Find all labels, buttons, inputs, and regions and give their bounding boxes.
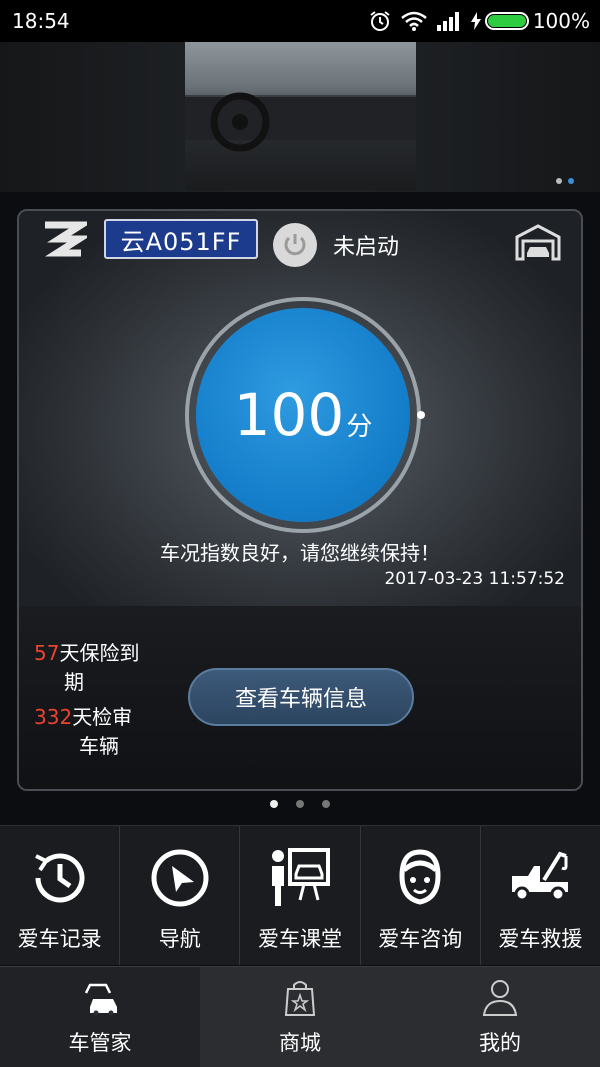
status-bar: 18:54 100% xyxy=(0,0,600,42)
insurance-text: 天保险到 xyxy=(59,641,140,665)
classroom-icon xyxy=(272,848,330,906)
view-vehicle-info-button[interactable]: 查看车辆信息 xyxy=(188,668,414,726)
power-icon xyxy=(284,234,306,256)
condition-score-gauge[interactable]: 100 分 xyxy=(185,297,425,533)
car-icon xyxy=(84,983,117,1016)
condition-score: 100 xyxy=(233,381,345,449)
card-pager xyxy=(0,800,600,808)
wifi-icon xyxy=(401,11,427,31)
quick-actions-bar: 爱车记录 导航 爱车课堂 爱车咨询 爱车救援 xyxy=(0,825,600,965)
inspection-reminder[interactable]: 332天检审 车辆 xyxy=(34,703,139,761)
inspection-text-cont: 车辆 xyxy=(79,734,119,758)
gauge-knob xyxy=(417,411,425,419)
bottom-navigation: 车管家 商城 我的 xyxy=(0,966,600,1067)
navigation-icon xyxy=(151,849,209,907)
inspection-days: 332 xyxy=(34,705,73,729)
vehicle-status-card: 云A051FF 未启动 100 分 车况指数良好，请您继续保持！ 2017-03… xyxy=(17,209,583,791)
action-car-consult[interactable]: 爱车咨询 xyxy=(361,826,481,965)
insurance-reminder[interactable]: 57天保险到 期 xyxy=(34,639,139,697)
nav-tab-mall[interactable]: 商城 xyxy=(200,967,400,1067)
card-pager-dot[interactable] xyxy=(270,800,278,808)
card-pager-dot[interactable] xyxy=(296,800,304,808)
inspection-text: 天检审 xyxy=(72,705,133,729)
battery-indicator: 100% xyxy=(470,9,590,33)
promo-banner[interactable] xyxy=(0,42,600,192)
nav-tab-mine[interactable]: 我的 xyxy=(400,967,600,1067)
action-car-records[interactable]: 爱车记录 xyxy=(0,826,121,965)
banner-pager-dot[interactable] xyxy=(556,178,562,184)
action-car-classroom[interactable]: 爱车课堂 xyxy=(240,826,361,965)
signal-icon xyxy=(436,12,459,31)
engine-power-button[interactable] xyxy=(273,223,317,267)
reminder-list: 57天保险到 期 332天检审 车辆 xyxy=(34,639,139,767)
garage-icon[interactable] xyxy=(515,223,561,261)
alarm-icon xyxy=(370,11,390,31)
suzuki-logo-icon xyxy=(44,221,87,257)
action-navigation[interactable]: 导航 xyxy=(120,826,241,965)
engine-status: 未启动 xyxy=(333,235,400,260)
car-interior-image xyxy=(185,42,416,190)
charging-icon xyxy=(470,12,481,30)
banner-pager xyxy=(556,178,574,184)
status-time: 18:54 xyxy=(12,9,70,33)
steering-wheel-graphic xyxy=(210,92,270,152)
battery-fill xyxy=(487,15,526,27)
support-agent-icon xyxy=(399,849,441,905)
banner-pager-dot[interactable] xyxy=(568,178,574,184)
clock-icon xyxy=(34,853,85,903)
tow-truck-icon xyxy=(512,851,569,902)
insurance-days: 57 xyxy=(34,641,60,665)
condition-message: 车况指数良好，请您继续保持！ xyxy=(160,541,440,565)
score-unit: 分 xyxy=(346,411,373,442)
shopping-bag-icon xyxy=(284,981,316,1016)
nav-tab-car-butler[interactable]: 车管家 xyxy=(0,967,200,1067)
user-icon xyxy=(482,980,518,1016)
condition-timestamp: 2017-03-23 11:57:52 xyxy=(384,569,565,589)
insurance-text-cont: 期 xyxy=(64,670,84,694)
license-plate: 云A051FF xyxy=(104,219,258,259)
action-car-rescue[interactable]: 爱车救援 xyxy=(481,826,600,965)
card-pager-dot[interactable] xyxy=(322,800,330,808)
battery-percent: 100% xyxy=(532,9,590,33)
